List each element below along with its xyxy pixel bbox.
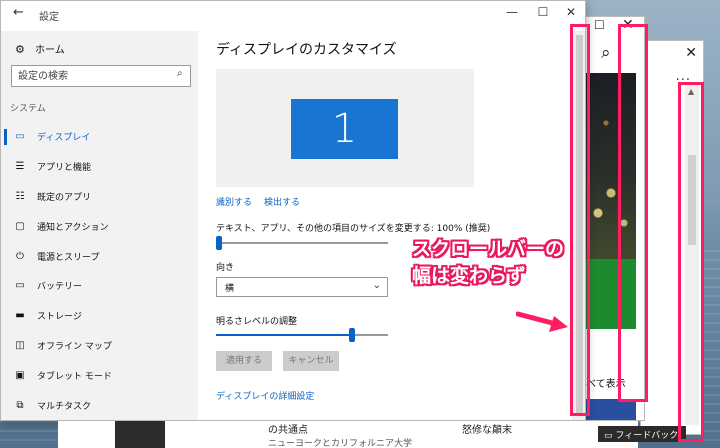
- sidebar-item-tablet-mode[interactable]: ▣ タブレット モード: [1, 360, 198, 390]
- annotation-arrow: [516, 311, 568, 332]
- orientation-value: 横: [225, 284, 235, 294]
- sidebar-item-power[interactable]: ⏻ 電源とスリープ: [1, 241, 198, 271]
- sidebar-item-battery[interactable]: ▭ バッテリー: [1, 271, 198, 301]
- slider-fill: [216, 334, 352, 336]
- sidebar-item-multitasking[interactable]: ⧉ マルチタスク: [1, 390, 198, 420]
- maximize-icon[interactable]: ☐: [594, 18, 605, 32]
- brightness-label: 明るさレベルの調整: [216, 317, 298, 327]
- sidebar-item-offline-maps[interactable]: ◫ オフライン マップ: [1, 331, 198, 361]
- sidebar-item-apps[interactable]: ☰ アプリと機能: [1, 152, 198, 182]
- orientation-label: 向き: [216, 263, 235, 273]
- sidebar-item-label: 通知とアクション: [37, 222, 109, 233]
- apply-button[interactable]: 適用する: [216, 351, 272, 371]
- feedback-button[interactable]: ▭ フィードバック: [598, 426, 687, 442]
- chevron-down-icon: ⌄: [372, 280, 381, 291]
- sidebar-item-display[interactable]: ▭ ディスプレイ: [1, 122, 198, 152]
- tablet-icon: ▣: [15, 369, 25, 381]
- news-title-1[interactable]: の共通点: [268, 421, 308, 436]
- sidebar-nav: ▭ ディスプレイ ☰ アプリと機能 ☷ 既定のアプリ ▢ 通知とアクション ⏻ 電源とスリ…: [1, 122, 198, 420]
- gear-icon: ⚙: [15, 43, 25, 56]
- back-arrow-icon[interactable]: ←: [13, 5, 24, 20]
- news-thumbnail[interactable]: [115, 421, 165, 448]
- slider-track: [216, 242, 388, 244]
- battery-icon: ▭: [15, 280, 25, 292]
- home-nav[interactable]: ⚙ ホーム: [15, 41, 65, 56]
- highlight-box-middle-scrollbar: [618, 24, 648, 402]
- slider-thumb[interactable]: [349, 328, 355, 342]
- orientation-dropdown[interactable]: 横 ⌄: [216, 277, 388, 297]
- multitask-icon: ⧉: [16, 399, 24, 411]
- list-check-icon: ☷: [15, 190, 25, 202]
- settings-window: ← 設定 — ☐ ✕ ⚙ ホーム ⌕ システム ▭ ディスプレイ ☰ アプリと機能 ☷…: [0, 0, 586, 421]
- blue-bar: [586, 399, 636, 420]
- feedback-label: フィードバック: [615, 431, 679, 441]
- sidebar-item-label: オフライン マップ: [37, 341, 112, 352]
- search-icon[interactable]: ⌕: [177, 68, 183, 79]
- sidebar-item-label: タブレット モード: [37, 371, 112, 382]
- feedback-icon: ▭: [604, 431, 616, 441]
- power-icon: ⏻: [16, 250, 24, 262]
- list-icon: ☰: [15, 161, 25, 173]
- sidebar-item-label: アプリと機能: [37, 163, 92, 174]
- notification-icon: ▢: [15, 220, 25, 232]
- sidebar-item-label: ストレージ: [37, 312, 82, 323]
- scale-slider[interactable]: [216, 236, 388, 250]
- detect-link[interactable]: 検出する: [264, 198, 300, 208]
- home-label: ホーム: [35, 45, 65, 56]
- advanced-display-settings-link[interactable]: ディスプレイの詳細設定: [216, 389, 314, 402]
- sidebar-item-storage[interactable]: ▬ ストレージ: [1, 301, 198, 331]
- annotation-line-2: 幅は変わらず: [412, 265, 526, 287]
- close-icon[interactable]: ✕: [685, 45, 697, 61]
- close-button[interactable]: ✕: [558, 5, 584, 19]
- cancel-button[interactable]: キャンセル: [283, 351, 339, 371]
- monitor-icon: ▭: [15, 131, 25, 143]
- sidebar-item-label: 既定のアプリ: [37, 192, 92, 203]
- sidebar-item-label: マルチタスク: [37, 401, 92, 412]
- section-label: システム: [10, 104, 46, 114]
- annotation-line-1: スクロールバーの: [412, 238, 565, 260]
- sidebar: ⚙ ホーム ⌕ システム ▭ ディスプレイ ☰ アプリと機能 ☷ 既定のアプリ ▢ 通知と…: [1, 31, 198, 420]
- highlight-box-main-scrollbar: [570, 24, 590, 416]
- sidebar-item-default-apps[interactable]: ☷ 既定のアプリ: [1, 182, 198, 212]
- main-content: ディスプレイのカスタマイズ 1 識別する 検出する テキスト、アプリ、その他の項目…: [216, 31, 571, 420]
- news-subtitle-1[interactable]: ニューヨークとカリフォルニア大学: [268, 436, 412, 448]
- search-input[interactable]: [11, 65, 191, 87]
- annotation-callout: スクロールバーの 幅は変わらず: [412, 236, 564, 290]
- window-title: 設定: [39, 12, 59, 23]
- highlight-box-right-scrollbar: [678, 82, 704, 442]
- monitor-tile[interactable]: 1: [291, 99, 398, 159]
- display-arrangement: 1: [216, 69, 474, 187]
- news-title-2[interactable]: 怒修な顛末: [462, 421, 512, 436]
- title-bar: ← 設定 — ☐ ✕: [1, 1, 585, 31]
- sidebar-item-label: バッテリー: [37, 282, 83, 293]
- scale-label: テキスト、アプリ、その他の項目のサイズを変更する: 100% (推奨): [216, 224, 491, 234]
- window-caption: ✕: [641, 41, 703, 69]
- storage-icon: ▬: [15, 310, 25, 322]
- minimize-button[interactable]: —: [499, 5, 525, 19]
- identify-link[interactable]: 識別する: [216, 198, 252, 208]
- maximize-button[interactable]: ☐: [530, 5, 556, 19]
- display-links: 識別する 検出する: [216, 195, 312, 208]
- sidebar-item-notifications[interactable]: ▢ 通知とアクション: [1, 211, 198, 241]
- slider-thumb[interactable]: [216, 236, 222, 250]
- sidebar-item-label: 電源とスリープ: [37, 252, 100, 263]
- sidebar-item-label: ディスプレイ: [37, 133, 91, 144]
- map-icon: ◫: [15, 339, 25, 351]
- brightness-slider[interactable]: [216, 328, 388, 342]
- page-title: ディスプレイのカスタマイズ: [216, 42, 397, 58]
